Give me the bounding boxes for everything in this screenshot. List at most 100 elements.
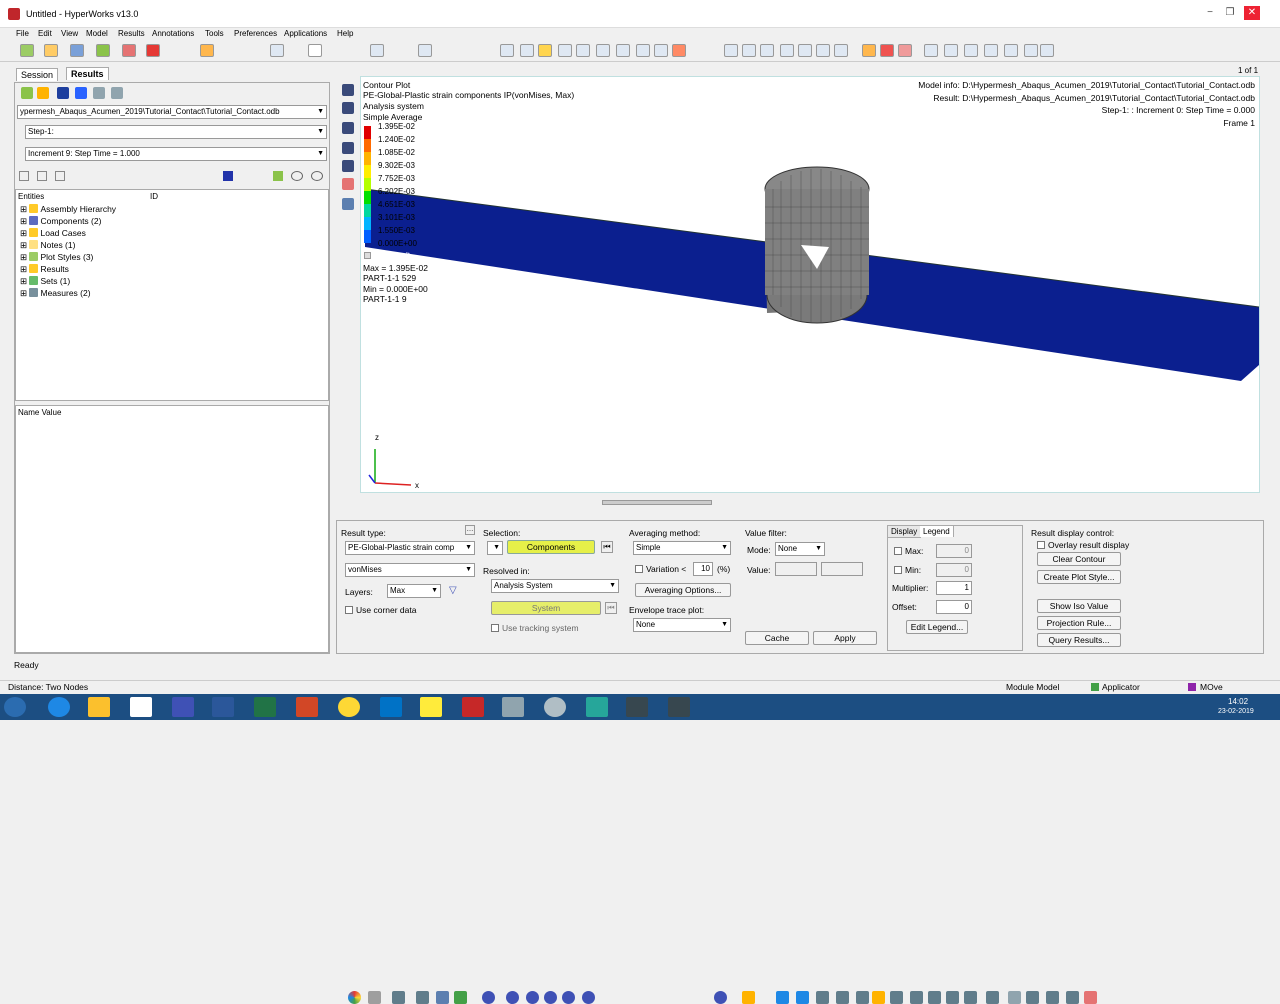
overlay-checkbox[interactable]: Overlay result display xyxy=(1037,540,1129,550)
view-tool-icon[interactable] xyxy=(342,102,354,114)
value-min-input[interactable] xyxy=(775,562,817,576)
component-combo[interactable]: vonMises ▼ xyxy=(345,563,475,577)
zoom-icon[interactable] xyxy=(500,44,514,57)
section-icon[interactable] xyxy=(862,44,876,57)
window-6-icon[interactable] xyxy=(1024,44,1038,57)
spin-icon[interactable] xyxy=(816,44,830,57)
system-button[interactable]: System xyxy=(491,601,601,615)
window-4-icon[interactable] xyxy=(984,44,998,57)
result-type-combo[interactable]: PE-Global-Plastic strain comp ▼ xyxy=(345,541,475,555)
step-combo[interactable]: Step-1: ▼ xyxy=(25,125,327,139)
min-input[interactable]: 0 xyxy=(936,563,972,577)
tab-session[interactable]: Session xyxy=(16,68,59,81)
axis-icon[interactable] xyxy=(558,44,572,57)
tool-icon[interactable] xyxy=(1008,991,1021,1004)
filter-icon[interactable]: ▽ xyxy=(449,585,457,596)
app-icon[interactable] xyxy=(586,697,608,717)
back-icon[interactable] xyxy=(520,44,534,57)
load-results-icon[interactable] xyxy=(44,44,58,57)
variation-input[interactable]: 10 xyxy=(693,562,713,576)
show-icon[interactable] xyxy=(273,171,283,181)
cache-button[interactable]: Cache xyxy=(745,631,809,645)
explorer-icon[interactable] xyxy=(88,697,110,717)
iso-icon[interactable] xyxy=(436,991,449,1004)
menu-file[interactable]: File xyxy=(16,29,29,38)
menu-annotations[interactable]: Annotations xyxy=(152,29,194,38)
frame-icon[interactable] xyxy=(654,44,668,57)
view-tool-icon[interactable] xyxy=(342,142,354,154)
load-icon[interactable] xyxy=(21,87,33,99)
clear-contour-button[interactable]: Clear Contour xyxy=(1037,552,1121,566)
chart-icon[interactable] xyxy=(742,991,755,1004)
filter-icon[interactable] xyxy=(55,171,65,181)
clock-time[interactable]: 14:02 xyxy=(1228,697,1248,706)
components-button[interactable]: Components xyxy=(507,540,595,554)
eye-off-icon[interactable] xyxy=(311,171,323,181)
tree-item-sets[interactable]: ⊞ Sets (1) xyxy=(20,276,70,287)
min-checkbox[interactable]: Min: xyxy=(894,565,921,575)
tool-icon[interactable] xyxy=(1084,991,1097,1004)
projection-rule-button[interactable]: Projection Rule... xyxy=(1037,616,1121,630)
axis-y-icon[interactable] xyxy=(596,44,610,57)
zoom-in-icon[interactable] xyxy=(724,44,738,57)
view-tool-icon[interactable] xyxy=(342,122,354,134)
multiplier-input[interactable]: 1 xyxy=(936,581,972,595)
deform-icon[interactable] xyxy=(368,991,381,1004)
mode-combo[interactable]: None ▼ xyxy=(775,542,825,556)
media-icon[interactable] xyxy=(130,697,152,717)
close-button[interactable]: ✕ xyxy=(1244,6,1260,20)
app-icon[interactable] xyxy=(462,697,484,717)
tilt-icon[interactable] xyxy=(834,44,848,57)
selection-type-combo[interactable]: ▼ xyxy=(487,541,503,555)
window-5-icon[interactable] xyxy=(1004,44,1018,57)
tree-item-notes[interactable]: ⊞ Notes (1) xyxy=(20,240,75,251)
copy-window-icon[interactable] xyxy=(418,44,432,57)
menu-model[interactable]: Model xyxy=(86,29,108,38)
overlay-icon[interactable] xyxy=(111,87,123,99)
averaging-combo[interactable]: Simple ▼ xyxy=(633,541,731,555)
file-path-combo[interactable]: ypermesh_Abaqus_Acumen_2019\Tutorial_Con… xyxy=(17,105,327,119)
contour-icon[interactable] xyxy=(348,991,361,1004)
tool-icon[interactable] xyxy=(1026,991,1039,1004)
animation-settings-icon[interactable] xyxy=(714,991,727,1004)
tree-item-results[interactable]: ⊞ Results xyxy=(20,264,69,275)
window-3-icon[interactable] xyxy=(964,44,978,57)
envelope-combo[interactable]: None ▼ xyxy=(633,618,731,632)
layout-icon[interactable] xyxy=(308,44,322,57)
zoom-out-icon[interactable] xyxy=(742,44,756,57)
delete-icon[interactable] xyxy=(146,44,160,57)
max-checkbox[interactable]: Max: xyxy=(894,546,923,556)
reset-selection-icon[interactable]: ⏮ xyxy=(601,541,613,553)
tool-icon[interactable] xyxy=(816,991,829,1004)
word-icon[interactable] xyxy=(212,697,234,717)
chrome-icon[interactable] xyxy=(338,697,360,717)
graphics-viewport[interactable]: Contour Plot PE-Global-Plastic strain co… xyxy=(360,76,1260,493)
video-icon[interactable] xyxy=(172,697,194,717)
tool-icon[interactable] xyxy=(890,991,903,1004)
expand-icon[interactable] xyxy=(19,171,29,181)
view-tool-icon[interactable] xyxy=(342,178,354,190)
use-corner-checkbox[interactable]: Use corner data xyxy=(345,605,416,615)
play-icon[interactable] xyxy=(562,991,575,1004)
center-icon[interactable] xyxy=(760,44,774,57)
animation-icon[interactable] xyxy=(538,44,552,57)
menu-applications[interactable]: Applications xyxy=(284,29,327,38)
window-2-icon[interactable] xyxy=(944,44,958,57)
tool-icon[interactable] xyxy=(872,991,885,1004)
save-icon[interactable] xyxy=(70,44,84,57)
minimize-button[interactable]: − xyxy=(1202,6,1218,20)
variation-checkbox[interactable]: Variation < xyxy=(635,564,686,574)
tensor-icon[interactable] xyxy=(416,991,429,1004)
value-max-input[interactable] xyxy=(821,562,863,576)
averaging-options-button[interactable]: Averaging Options... xyxy=(635,583,731,597)
notes-icon[interactable] xyxy=(420,697,442,717)
create-plot-style-button[interactable]: Create Plot Style... xyxy=(1037,570,1121,584)
first-frame-icon[interactable] xyxy=(506,991,519,1004)
menu-help[interactable]: Help xyxy=(337,29,353,38)
tab-display[interactable]: Display xyxy=(888,526,922,538)
fit-icon[interactable] xyxy=(672,44,686,57)
query-results-button[interactable]: Query Results... xyxy=(1037,633,1121,647)
apply-button[interactable]: Apply xyxy=(813,631,877,645)
pan-icon[interactable] xyxy=(780,44,794,57)
browser-icon[interactable] xyxy=(48,697,70,717)
